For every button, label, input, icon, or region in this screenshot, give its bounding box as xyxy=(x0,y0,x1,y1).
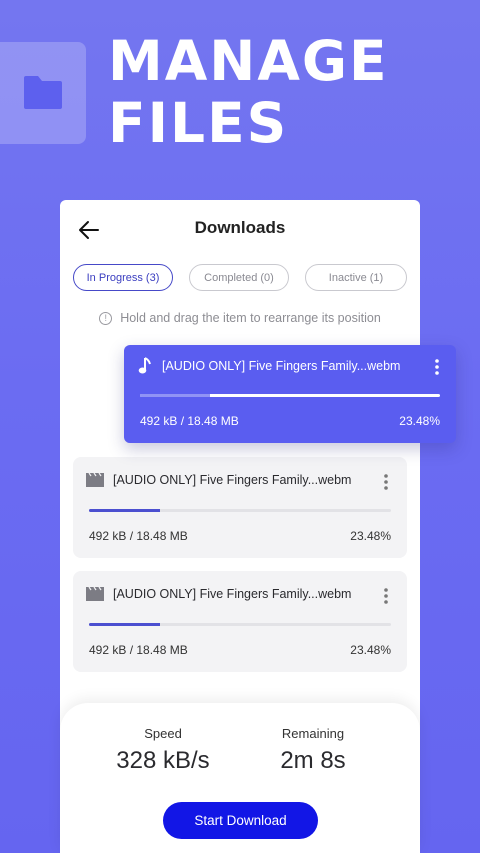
more-vertical-icon[interactable] xyxy=(430,357,444,377)
download-item[interactable]: [AUDIO ONLY] Five Fingers Family...webm … xyxy=(73,571,407,672)
folder-icon xyxy=(24,76,62,109)
start-download-button[interactable]: Start Download xyxy=(163,802,318,839)
progress-bar xyxy=(89,623,391,626)
progress-bar xyxy=(140,394,440,397)
file-name: [AUDIO ONLY] Five Fingers Family...webm xyxy=(113,587,352,601)
video-clapper-icon xyxy=(86,587,104,601)
tab-in-progress[interactable]: In Progress (3) xyxy=(73,264,173,291)
progress-percent: 23.48% xyxy=(399,414,440,428)
progress-bar xyxy=(89,509,391,512)
dragged-download-item[interactable]: [AUDIO ONLY] Five Fingers Family...webm … xyxy=(124,345,456,443)
progress-fill xyxy=(140,394,211,397)
file-size: 492 kB / 18.48 MB xyxy=(89,529,188,543)
file-size: 492 kB / 18.48 MB xyxy=(89,643,188,657)
page-title: Downloads xyxy=(194,218,286,237)
file-name: [AUDIO ONLY] Five Fingers Family...webm xyxy=(113,473,352,487)
hero-title-line-2: FILES xyxy=(108,91,289,155)
tab-inactive[interactable]: Inactive (1) xyxy=(305,264,407,291)
progress-fill xyxy=(89,509,160,512)
file-name: [AUDIO ONLY] Five Fingers Family...webm xyxy=(162,359,401,373)
speed-label: Speed xyxy=(144,726,182,741)
more-vertical-icon[interactable] xyxy=(379,586,393,606)
hero-title: MANAGE FILES xyxy=(108,30,389,154)
drag-hint: ! Hold and drag the item to rearrange it… xyxy=(60,311,420,325)
progress-fill xyxy=(89,623,160,626)
hint-text: Hold and drag the item to rearrange its … xyxy=(120,311,381,325)
file-size: 492 kB / 18.48 MB xyxy=(140,414,239,428)
tab-bar: In Progress (3) Completed (0) Inactive (… xyxy=(73,264,407,292)
info-icon: ! xyxy=(99,311,113,325)
tab-completed[interactable]: Completed (0) xyxy=(189,264,289,291)
video-clapper-icon xyxy=(86,473,104,487)
more-vertical-icon[interactable] xyxy=(379,472,393,492)
remaining-label: Remaining xyxy=(281,726,345,741)
top-bar: Downloads xyxy=(60,200,420,256)
bottom-sheet: Speed 328 kB/s Remaining 2m 8s Start Dow… xyxy=(60,703,420,853)
download-item[interactable]: [AUDIO ONLY] Five Fingers Family...webm … xyxy=(73,457,407,558)
remaining-value: 2m 8s xyxy=(280,747,346,774)
music-note-icon xyxy=(138,357,151,374)
progress-percent: 23.48% xyxy=(350,529,391,543)
speed-value: 328 kB/s xyxy=(116,747,210,774)
hero-title-line-1: MANAGE xyxy=(108,29,389,93)
progress-percent: 23.48% xyxy=(350,643,391,657)
